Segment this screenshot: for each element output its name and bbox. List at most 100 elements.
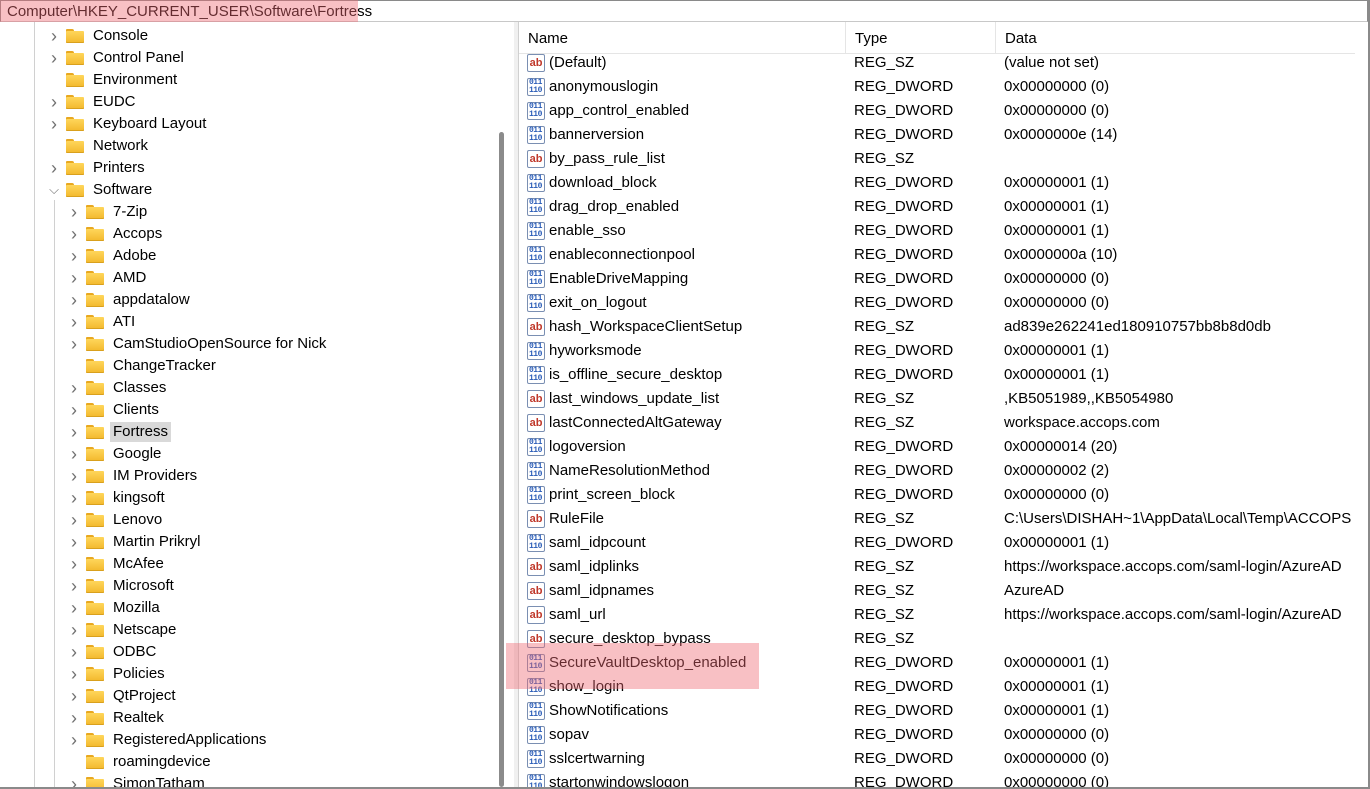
value-name[interactable]: sopav (548, 723, 590, 747)
value-name[interactable]: print_screen_block (548, 483, 676, 507)
value-name[interactable]: anonymouslogin (548, 75, 659, 99)
tree-item[interactable]: Network (48, 135, 151, 157)
chevron-right-icon[interactable]: › (48, 91, 60, 113)
value-row[interactable]: 011 110 app_control_enabled REG_DWORD 0x0000… (519, 99, 1369, 123)
value-row[interactable]: 011 110 EnableDriveMapping REG_DWORD 0x00000… (519, 267, 1369, 291)
value-name[interactable]: saml_url (548, 603, 607, 627)
value-name[interactable]: (Default) (548, 51, 608, 75)
chevron-right-icon[interactable]: › (68, 597, 80, 619)
chevron-right-icon[interactable]: › (68, 487, 80, 509)
chevron-right-icon[interactable]: › (48, 157, 60, 179)
tree-item-label[interactable]: Classes (110, 378, 169, 398)
tree-item-label[interactable]: Netscape (110, 620, 179, 640)
column-header-data[interactable]: Data (996, 22, 1369, 53)
tree-item-label[interactable]: RegisteredApplications (110, 730, 269, 750)
value-name-cell[interactable]: 011 110 ShowNotifications (527, 699, 669, 723)
value-name[interactable]: hash_WorkspaceClientSetup (548, 315, 743, 339)
tree-item-label[interactable]: IM Providers (110, 466, 200, 486)
value-name-cell[interactable]: 011 110 enable_sso (527, 219, 627, 243)
tree-item[interactable]: › Lenovo (68, 509, 165, 531)
value-name-cell[interactable]: 011 110 EnableDriveMapping (527, 267, 689, 291)
value-name[interactable]: RuleFile (548, 507, 605, 531)
chevron-right-icon[interactable]: › (68, 685, 80, 707)
tree-item-label[interactable]: ATI (110, 312, 138, 332)
chevron-right-icon[interactable]: › (68, 619, 80, 641)
tree-item[interactable]: › 7-Zip (68, 201, 150, 223)
value-name[interactable]: saml_idplinks (548, 555, 640, 579)
tree-item-label[interactable]: QtProject (110, 686, 179, 706)
value-row[interactable]: 011 110 bannerversion REG_DWORD 0x0000000e (… (519, 123, 1369, 147)
value-name-cell[interactable]: ab saml_idpnames (527, 579, 655, 603)
value-name[interactable]: EnableDriveMapping (548, 267, 689, 291)
tree-item-label[interactable]: ChangeTracker (110, 356, 219, 376)
value-row[interactable]: 011 110 download_block REG_DWORD 0x00000001 … (519, 171, 1369, 195)
value-name[interactable]: ShowNotifications (548, 699, 669, 723)
value-name-cell[interactable]: 011 110 sslcertwarning (527, 747, 646, 771)
value-name[interactable]: is_offline_secure_desktop (548, 363, 723, 387)
chevron-right-icon[interactable]: › (68, 421, 80, 443)
value-name[interactable]: sslcertwarning (548, 747, 646, 771)
value-name-cell[interactable]: 011 110 hyworksmode (527, 339, 643, 363)
value-name[interactable]: bannerversion (548, 123, 645, 147)
chevron-right-icon[interactable]: › (68, 531, 80, 553)
tree-item[interactable]: › Netscape (68, 619, 179, 641)
tree-item-label[interactable]: Microsoft (110, 576, 177, 596)
value-name[interactable]: saml_idpcount (548, 531, 647, 555)
chevron-right-icon[interactable]: › (68, 465, 80, 487)
tree-item-label[interactable]: Software (90, 180, 155, 200)
tree-item[interactable]: › IM Providers (68, 465, 200, 487)
value-row[interactable]: 011 110 hyworksmode REG_DWORD 0x00000001 (1) (519, 339, 1369, 363)
value-row[interactable]: 011 110 drag_drop_enabled REG_DWORD 0x000000… (519, 195, 1369, 219)
value-name-cell[interactable]: 011 110 logoversion (527, 435, 627, 459)
tree-item[interactable]: › ATI (68, 311, 138, 333)
value-name[interactable]: enable_sso (548, 219, 627, 243)
value-row[interactable]: 011 110 enable_sso REG_DWORD 0x00000001 (1) (519, 219, 1369, 243)
tree-item-label[interactable]: Network (90, 136, 151, 156)
value-name-cell[interactable]: 011 110 bannerversion (527, 123, 645, 147)
chevron-right-icon[interactable]: › (68, 575, 80, 597)
chevron-right-icon[interactable]: › (68, 707, 80, 729)
chevron-right-icon[interactable]: › (68, 223, 80, 245)
value-row[interactable]: ab saml_url REG_SZ https://workspace.accops… (519, 603, 1369, 627)
value-row[interactable]: ab saml_idplinks REG_SZ https://workspace.a… (519, 555, 1369, 579)
tree-item[interactable]: › Martin Prikryl (68, 531, 204, 553)
value-name-cell[interactable]: 011 110 enableconnectionpool (527, 243, 696, 267)
tree-item-label[interactable]: Console (90, 26, 151, 46)
tree-item[interactable]: › Control Panel (48, 47, 187, 69)
value-name[interactable]: logoversion (548, 435, 627, 459)
chevron-down-icon[interactable]: ⌵ (48, 179, 60, 201)
value-name-cell[interactable]: ab saml_idplinks (527, 555, 640, 579)
value-name-cell[interactable]: 011 110 print_screen_block (527, 483, 676, 507)
chevron-right-icon[interactable]: › (48, 47, 60, 69)
tree-item[interactable]: › CamStudioOpenSource for Nick (68, 333, 329, 355)
tree-item-label[interactable]: appdatalow (110, 290, 193, 310)
value-row[interactable]: 011 110 logoversion REG_DWORD 0x00000014 (20… (519, 435, 1369, 459)
value-row[interactable]: 011 110 anonymouslogin REG_DWORD 0x00000000 … (519, 75, 1369, 99)
value-name[interactable]: exit_on_logout (548, 291, 648, 315)
value-name-cell[interactable]: ab RuleFile (527, 507, 605, 531)
tree-item[interactable]: › kingsoft (68, 487, 168, 509)
chevron-right-icon[interactable]: › (48, 113, 60, 135)
chevron-right-icon[interactable]: › (68, 443, 80, 465)
chevron-right-icon[interactable]: › (68, 267, 80, 289)
tree-item[interactable]: › appdatalow (68, 289, 193, 311)
tree-item-label[interactable]: Keyboard Layout (90, 114, 209, 134)
tree-item-label[interactable]: Realtek (110, 708, 167, 728)
tree-item[interactable]: › AMD (68, 267, 149, 289)
value-row[interactable]: ab hash_WorkspaceClientSetup REG_SZ ad839e2… (519, 315, 1369, 339)
column-header-type[interactable]: Type (846, 22, 996, 53)
tree-item[interactable]: › Classes (68, 377, 169, 399)
chevron-right-icon[interactable]: › (68, 333, 80, 355)
value-row[interactable]: 011 110 enableconnectionpool REG_DWORD 0x000… (519, 243, 1369, 267)
tree-item-label[interactable]: Lenovo (110, 510, 165, 530)
value-name-cell[interactable]: 011 110 drag_drop_enabled (527, 195, 680, 219)
value-name-cell[interactable]: ab hash_WorkspaceClientSetup (527, 315, 743, 339)
tree-item[interactable]: › Accops (68, 223, 165, 245)
value-name-cell[interactable]: ab (Default) (527, 51, 608, 75)
tree-item-label[interactable]: Policies (110, 664, 168, 684)
tree-item-label[interactable]: Printers (90, 158, 148, 178)
value-row[interactable]: ab lastConnectedAltGateway REG_SZ workspace… (519, 411, 1369, 435)
value-row[interactable]: 011 110 sopav REG_DWORD 0x00000000 (0) (519, 723, 1369, 747)
column-header-name[interactable]: Name (519, 22, 846, 53)
tree-item[interactable]: › McAfee (68, 553, 167, 575)
